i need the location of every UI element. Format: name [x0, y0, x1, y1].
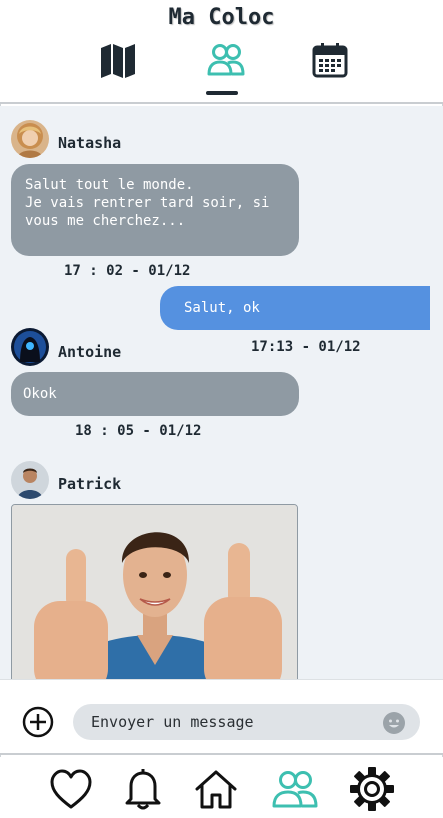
nav-item-group[interactable] — [271, 765, 319, 813]
tab-calendar[interactable] — [308, 38, 352, 82]
sender-name: Natasha — [58, 134, 122, 152]
nav-item-home[interactable] — [192, 765, 240, 813]
active-tab-indicator — [206, 91, 238, 95]
message-image[interactable] — [11, 504, 298, 679]
message-timestamp: 18 : 05 - 01/12 — [75, 423, 202, 439]
message-line: vous me cherchez... — [25, 213, 186, 229]
message-bubble[interactable]: Okok — [11, 372, 299, 416]
header: Ma Coloc — [0, 0, 443, 104]
home-icon — [195, 770, 237, 809]
message-bubble-outgoing[interactable]: Salut, ok — [160, 286, 430, 330]
tab-map[interactable] — [96, 38, 140, 82]
avatar-natasha[interactable] — [11, 120, 49, 158]
chat-area[interactable]: Natasha Salut tout le monde. Je vais ren… — [0, 106, 443, 679]
message-bubble[interactable]: Salut tout le monde. Je vais rentrer tar… — [11, 164, 299, 256]
message-timestamp: 17 : 02 - 01/12 — [64, 263, 191, 279]
map-icon — [101, 44, 135, 78]
avatar-patrick[interactable] — [11, 461, 49, 499]
message-input[interactable] — [73, 704, 420, 740]
tab-group[interactable] — [204, 38, 248, 82]
gear-icon — [350, 767, 394, 811]
message-line: Salut, ok — [184, 300, 260, 316]
message-line: Je vais rentrer tard soir, si — [25, 195, 270, 211]
group-icon — [207, 44, 245, 76]
bottom-nav — [0, 757, 443, 818]
sender-name: Antoine — [58, 343, 122, 361]
bell-icon — [125, 769, 161, 810]
message-line: Salut tout le monde. — [25, 177, 194, 193]
calendar-icon — [312, 43, 348, 78]
plus-circle-icon[interactable] — [22, 706, 54, 738]
avatar-antoine[interactable] — [11, 328, 49, 366]
sender-name: Patrick — [58, 475, 122, 493]
message-composer — [0, 679, 443, 755]
nav-item-notifications[interactable] — [119, 765, 167, 813]
app-title: Ma Coloc — [168, 5, 275, 30]
nav-item-settings[interactable] — [348, 765, 396, 813]
heart-icon — [50, 769, 92, 809]
emoji-icon[interactable] — [382, 711, 406, 735]
group-icon — [272, 771, 318, 808]
message-line: Okok — [23, 386, 57, 402]
nav-item-favorites[interactable] — [47, 765, 95, 813]
message-timestamp: 17:13 - 01/12 — [251, 339, 361, 355]
